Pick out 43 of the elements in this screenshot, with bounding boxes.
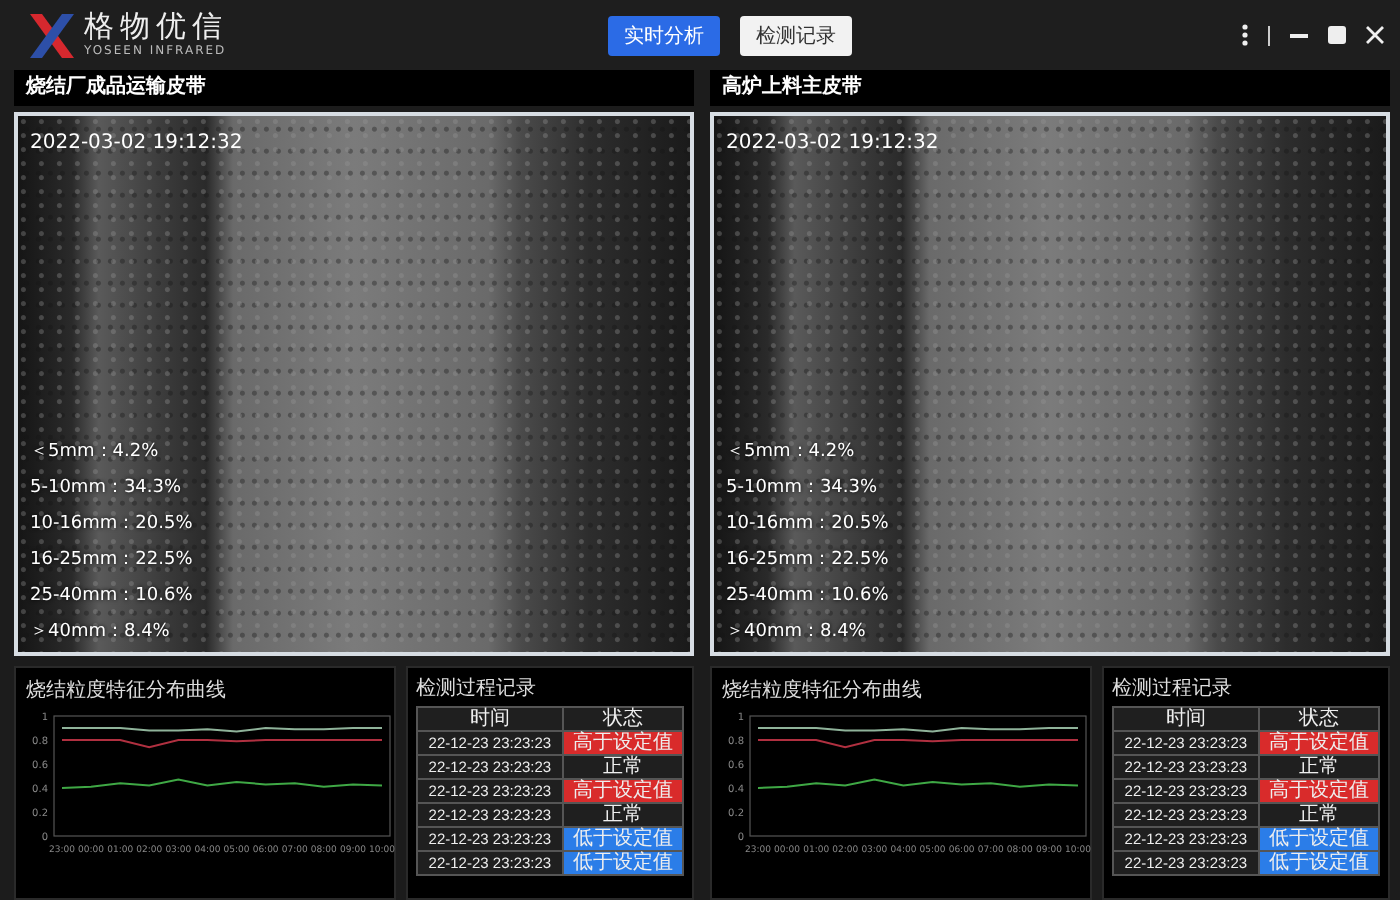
size-fraction-label: 10-16mm：20.5% (30, 512, 193, 536)
logo-text: 格物优信 (84, 12, 228, 42)
size-fraction-label: ＜5mm：4.2% (30, 440, 161, 464)
status-cell: 正常 (1258, 803, 1379, 827)
size-fraction-label: 16-25mm：22.5% (30, 548, 193, 572)
chart-title: 烧结粒度特征分布曲线 (26, 677, 226, 704)
status-cell: 高于设定值 (562, 779, 683, 803)
size-fraction-label: 16-25mm：22.5% (726, 548, 889, 572)
nav-tab[interactable]: 检测记录 (740, 15, 852, 55)
close-icon[interactable] (1366, 26, 1384, 44)
status-cell: 正常 (562, 803, 683, 827)
chart-title: 烧结粒度特征分布曲线 (722, 677, 922, 704)
size-fraction-label: ＜5mm：4.2% (726, 440, 857, 464)
column-header: 状态 (1258, 707, 1379, 731)
size-fraction-label: 25-40mm：10.6% (726, 584, 889, 608)
size-fraction-label: 5-10mm：34.3% (30, 476, 184, 500)
status-cell: 正常 (1258, 755, 1379, 779)
size-fraction-label: ＞40mm：8.4% (30, 620, 172, 644)
status-cell: 高于设定值 (1258, 731, 1379, 755)
panel-title: 高炉上料主皮带 (710, 70, 1390, 106)
record-title: 检测过程记录 (416, 675, 536, 702)
column-header: 状态 (562, 707, 683, 731)
logo-icon (28, 11, 76, 59)
size-fraction-label: 5-10mm：34.3% (726, 476, 880, 500)
column-header: 时间 (417, 707, 563, 731)
status-cell: 低于设定值 (1258, 851, 1379, 875)
video-timestamp: 2022-03-02 19:12:32 (726, 132, 939, 154)
size-fraction-label: 10-16mm：20.5% (726, 512, 889, 536)
size-fraction-label: ＞40mm：8.4% (726, 620, 868, 644)
status-cell: 低于设定值 (562, 827, 683, 851)
status-cell: 正常 (562, 755, 683, 779)
status-cell: 高于设定值 (562, 731, 683, 755)
record-title: 检测过程记录 (1112, 675, 1232, 702)
nav-tab[interactable]: 实时分析 (608, 15, 720, 55)
column-header: 时间 (1113, 707, 1259, 731)
minimize-icon[interactable] (1290, 33, 1308, 37)
more-icon[interactable] (1242, 24, 1248, 46)
panel-title: 烧结厂成品运输皮带 (14, 70, 694, 106)
video-timestamp: 2022-03-02 19:12:32 (30, 132, 243, 154)
status-cell: 高于设定值 (1258, 779, 1379, 803)
status-cell: 低于设定值 (562, 851, 683, 875)
size-fraction-label: 25-40mm：10.6% (30, 584, 193, 608)
status-cell: 低于设定值 (1258, 827, 1379, 851)
